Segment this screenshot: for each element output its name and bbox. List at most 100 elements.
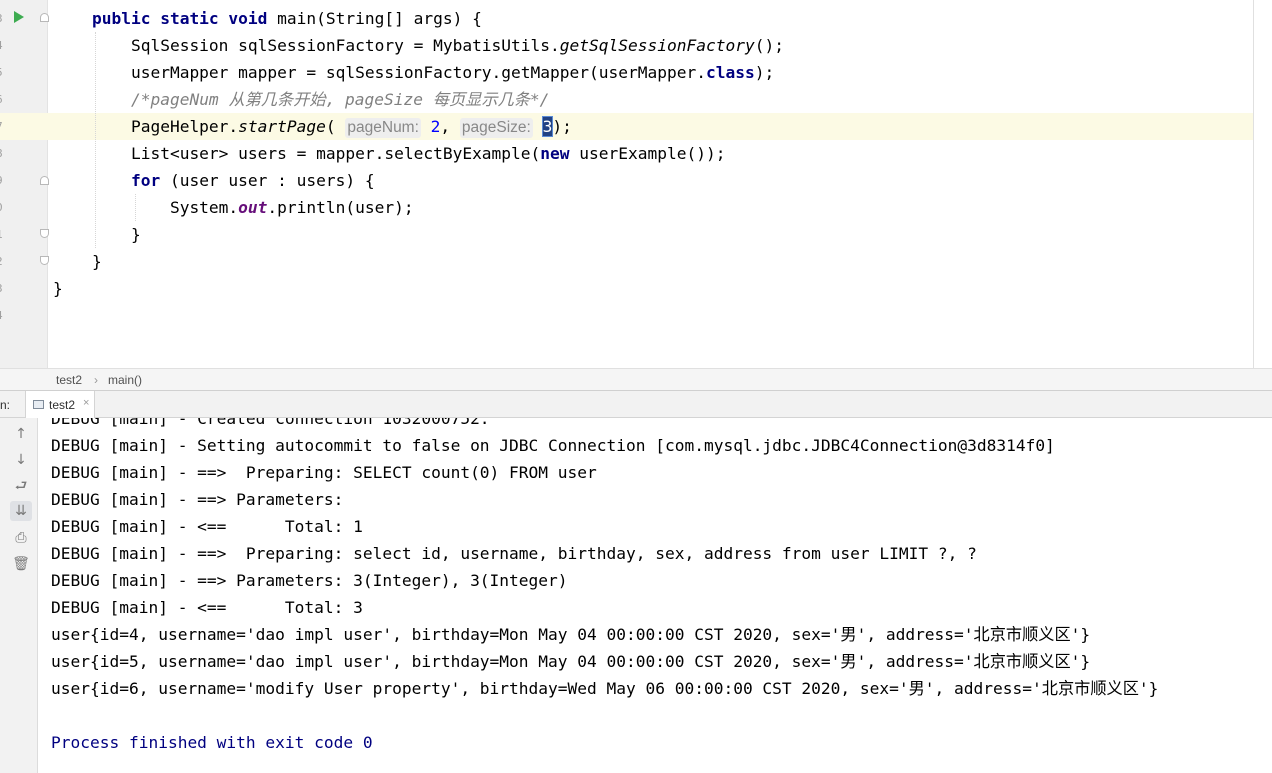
console-line: user{id=6, username='modify User propert… (51, 679, 1159, 698)
code-line[interactable]: } (53, 221, 141, 248)
code-line[interactable]: userMapper mapper = sqlSessionFactory.ge… (53, 59, 774, 86)
editor-gutter: 3 4 5 6 7 8 9 0 1 2 3 4 (0, 0, 49, 368)
console-line: DEBUG [main] - ==> Parameters: 3(Integer… (51, 571, 568, 590)
line-number: 3 (0, 282, 4, 295)
console-line: DEBUG [main] - ==> Parameters: (51, 490, 354, 509)
code-token: (); (754, 36, 784, 55)
breadcrumb-separator: › (94, 373, 98, 387)
code-token: PageHelper. (53, 117, 239, 136)
tab-test2[interactable]: test2 × (25, 391, 95, 418)
code-token: userMapper mapper = sqlSessionFactory.ge… (53, 63, 706, 82)
line-number: 4 (0, 309, 4, 322)
code-token: , (440, 117, 460, 136)
code-line[interactable]: List<user> users = mapper.selectByExampl… (53, 140, 726, 167)
code-token: SqlSession sqlSessionFactory = MybatisUt… (53, 36, 560, 55)
line-number: 2 (0, 255, 4, 268)
parameter-hint: pageNum: (345, 118, 421, 138)
soft-wrap-icon[interactable]: ⮐ (10, 476, 32, 496)
code-token: public static void (91, 9, 278, 28)
breadcrumb: test2 › main() (0, 368, 1272, 391)
current-line-gutter (0, 113, 47, 140)
code-token: } (53, 279, 63, 298)
code-line[interactable]: } (53, 248, 102, 275)
arrow-up-icon[interactable]: ↑ (10, 424, 32, 444)
code-token: System. (53, 198, 239, 217)
code-token: } (53, 252, 102, 271)
exit-status-line: Process finished with exit code 0 (51, 733, 373, 752)
code-token: class (705, 63, 755, 82)
tab-label: test2 (49, 398, 76, 412)
code-token: List<user> users = mapper.selectByExampl… (53, 144, 541, 163)
editor-scrollbar[interactable] (1253, 0, 1254, 368)
code-token: 3 (541, 116, 554, 137)
run-config-icon (33, 400, 44, 409)
code-token: main(String[] args) { (277, 9, 482, 28)
code-line[interactable]: System.out.println(user); (53, 194, 414, 221)
fold-marker-icon[interactable] (40, 176, 49, 185)
code-line[interactable]: for (user user : users) { (53, 167, 375, 194)
run-gutter-icon[interactable] (14, 11, 24, 23)
console-line: user{id=5, username='dao impl user', bir… (51, 652, 1091, 671)
console-line: DEBUG [main] - <== Total: 3 (51, 598, 363, 617)
code-line[interactable]: PageHelper.startPage( pageNum: 2, pageSi… (53, 113, 572, 140)
code-token: for (130, 171, 170, 190)
console-toolbar: ↑ ↓ ⮐ ⇊ ⎙ 🗑 (0, 418, 38, 773)
line-number: 9 (0, 174, 4, 187)
line-number: 1 (0, 228, 4, 241)
line-number: 3 (0, 12, 4, 25)
code-token: (user user : users) { (169, 171, 375, 190)
parameter-hint: pageSize: (459, 118, 533, 138)
code-line[interactable]: /*pageNum 从第几条开始, pageSize 每页显示几条*/ (53, 86, 549, 113)
console-line: DEBUG [main] - Setting autocommit to fal… (51, 436, 1055, 455)
code-token: out (238, 198, 268, 217)
code-token: */ (529, 90, 550, 109)
arrow-down-icon[interactable]: ↓ (10, 450, 32, 470)
console-line: DEBUG [main] - <== Total: 1 (51, 517, 363, 536)
breadcrumb-file[interactable]: test2 (56, 373, 82, 387)
line-number: 5 (0, 66, 4, 79)
code-token: userExample()); (579, 144, 726, 163)
code-token: ); (754, 63, 775, 82)
close-icon[interactable]: × (83, 397, 89, 409)
code-editor[interactable]: 3 4 5 6 7 8 9 0 1 2 3 4 public static void main(Str… (0, 0, 1272, 368)
scroll-to-end-icon[interactable]: ⇊ (10, 501, 32, 521)
fold-marker-icon[interactable] (40, 229, 49, 238)
code-token: 每页显示几条 (432, 90, 530, 109)
code-token: ); (552, 117, 572, 136)
fold-marker-icon[interactable] (40, 256, 49, 265)
code-token: 从第几条开始 (228, 90, 326, 109)
code-token: getSqlSessionFactory (559, 36, 755, 55)
code-line[interactable]: } (53, 275, 63, 302)
line-number: 4 (0, 39, 4, 52)
line-number: 7 (0, 120, 4, 133)
code-token: .println(user); (267, 198, 414, 217)
breadcrumb-method[interactable]: main() (108, 373, 142, 387)
line-number: 6 (0, 93, 4, 106)
run-tool-window-header: n: test2 × (0, 391, 1272, 418)
code-token: ( (325, 117, 346, 136)
code-token: 2 (430, 117, 441, 136)
trash-icon[interactable]: 🗑 (10, 554, 32, 574)
code-token: , pageSize (325, 90, 433, 109)
line-number: 0 (0, 201, 4, 214)
console-line: DEBUG [main] - Created connection 103200… (51, 418, 490, 428)
code-line[interactable]: SqlSession sqlSessionFactory = MybatisUt… (53, 32, 784, 59)
code-token: } (53, 225, 141, 244)
console-line: DEBUG [main] - ==> Preparing: SELECT cou… (51, 463, 597, 482)
console-line: user{id=4, username='dao impl user', bir… (51, 625, 1091, 644)
run-label: n: (0, 398, 11, 412)
console-line: DEBUG [main] - ==> Preparing: select id,… (51, 544, 977, 563)
line-number: 8 (0, 147, 4, 160)
code-token: new (540, 144, 580, 163)
code-token: /*pageNum (130, 90, 229, 109)
run-console[interactable]: ↑ ↓ ⮐ ⇊ ⎙ 🗑 DEBUG [main] - Created conne… (0, 418, 1272, 773)
print-icon[interactable]: ⎙ (10, 528, 32, 548)
code-token: startPage (238, 117, 326, 136)
code-line[interactable]: public static void main(String[] args) { (53, 5, 482, 32)
fold-marker-icon[interactable] (40, 13, 49, 22)
